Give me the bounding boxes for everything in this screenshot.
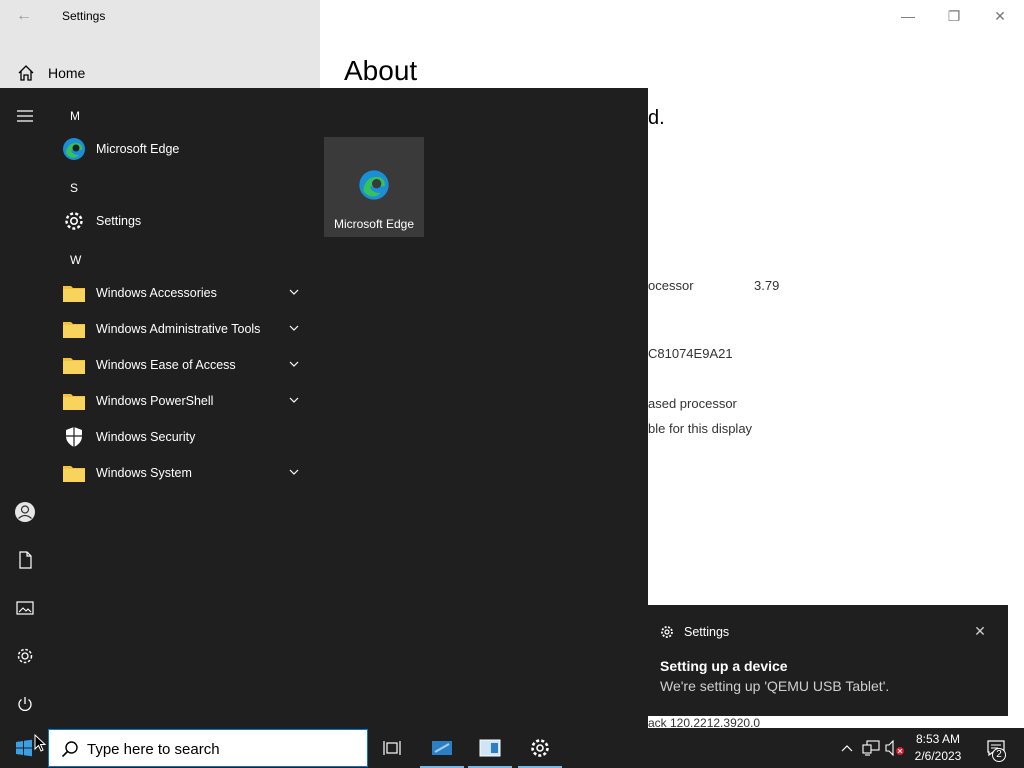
folder-icon — [62, 461, 86, 485]
processor-value: 3.79 — [754, 278, 780, 293]
server-manager-icon — [432, 741, 452, 755]
gear-icon — [661, 626, 673, 638]
nav-home[interactable]: Home — [0, 58, 320, 88]
app-windows-system[interactable]: Windows System — [56, 456, 310, 490]
app-windows-administrative-tools[interactable]: Windows Administrative Tools — [56, 312, 310, 346]
volume-muted-icon[interactable] — [884, 728, 906, 768]
group-letter-s[interactable]: S — [70, 181, 78, 195]
app-microsoft-edge[interactable]: Microsoft Edge — [56, 132, 310, 166]
app-label: Settings — [96, 214, 142, 228]
network-icon[interactable] — [860, 728, 882, 768]
edge-icon — [359, 170, 389, 200]
gear-icon — [62, 209, 86, 233]
app-windows-powershell[interactable]: Windows PowerShell — [56, 384, 310, 418]
system-type: ased processor — [648, 396, 737, 411]
folder-icon — [62, 389, 86, 413]
start-rail — [0, 88, 50, 728]
group-letter-w[interactable]: W — [70, 253, 81, 267]
minimize-button[interactable]: — — [888, 4, 928, 28]
clock-time: 8:53 AM — [915, 732, 961, 746]
taskbar-app-settings[interactable] — [516, 728, 564, 768]
search-icon — [61, 741, 78, 758]
hamburger-icon[interactable] — [5, 96, 45, 136]
toast-notification[interactable]: Settings ✕ Setting up a device We're set… — [648, 605, 1008, 716]
mouse-cursor-icon — [34, 734, 46, 752]
document-icon[interactable] — [5, 540, 45, 580]
task-view-button[interactable] — [368, 728, 416, 768]
home-label: Home — [48, 65, 86, 81]
taskbar: Type here to search 8:53 AM 2/6/2023 2 — [0, 728, 1024, 768]
toast-title: Setting up a device — [660, 658, 788, 674]
app-windows-security[interactable]: Windows Security — [56, 420, 310, 454]
task-view-icon — [383, 741, 401, 755]
page-title: About — [344, 55, 418, 86]
processor-label: ocessor — [648, 278, 694, 293]
tile-label: Microsoft Edge — [333, 217, 415, 231]
chevron-down-icon[interactable] — [288, 322, 300, 334]
app-label: Microsoft Edge — [96, 142, 180, 156]
notification-count-badge: 2 — [992, 748, 1006, 762]
gear-icon — [531, 739, 549, 757]
chevron-up-icon[interactable] — [838, 728, 856, 768]
clock[interactable]: 8:53 AM 2/6/2023 — [908, 731, 968, 765]
search-placeholder: Type here to search — [87, 741, 220, 758]
windows-logo-icon — [16, 739, 32, 757]
app-label: Windows Accessories — [96, 286, 217, 300]
app-label: Windows PowerShell — [96, 394, 214, 408]
app-windows-ease-of-access[interactable]: Windows Ease of Access — [56, 348, 310, 382]
back-arrow-icon[interactable]: ← — [10, 6, 38, 26]
chevron-down-icon[interactable] — [288, 286, 300, 298]
group-letter-m[interactable]: M — [70, 109, 80, 123]
chevron-down-icon[interactable] — [288, 394, 300, 406]
product-id: C81074E9A21 — [648, 346, 733, 361]
app-label: Windows System — [96, 466, 192, 480]
app-label: Windows Administrative Tools — [96, 322, 261, 336]
pen-touch: ble for this display — [648, 421, 753, 436]
home-icon — [18, 65, 34, 81]
settings-icon[interactable] — [5, 636, 45, 676]
restore-button[interactable]: ❐ — [934, 4, 974, 28]
app-label: Windows Ease of Access — [96, 358, 236, 372]
title-bar: ← Settings — ❐ ✕ — [0, 0, 1024, 32]
close-icon[interactable]: ✕ — [970, 621, 990, 641]
window-title: Settings — [62, 9, 106, 23]
taskbar-app-server-manager[interactable] — [418, 728, 466, 768]
folder-icon — [62, 353, 86, 377]
app-windows-accessories[interactable]: Windows Accessories — [56, 276, 310, 310]
folder-icon — [62, 317, 86, 341]
power-icon[interactable] — [5, 684, 45, 724]
tile-microsoft-edge[interactable]: Microsoft Edge — [324, 137, 424, 237]
app-label: Windows Security — [96, 430, 196, 444]
taskbar-app-window[interactable] — [466, 728, 514, 768]
toast-app-name: Settings — [684, 625, 730, 639]
shield-icon — [62, 425, 86, 449]
peek-text: d. — [648, 107, 665, 129]
pictures-icon[interactable] — [5, 588, 45, 628]
folder-icon — [62, 281, 86, 305]
chevron-down-icon[interactable] — [288, 358, 300, 370]
app-window-icon — [479, 739, 501, 757]
start-menu: M Microsoft Edge S Settings W Windows Ac… — [0, 88, 648, 728]
clock-date: 2/6/2023 — [914, 749, 962, 763]
chevron-down-icon[interactable] — [288, 466, 300, 478]
edge-icon — [62, 137, 86, 161]
user-icon[interactable] — [5, 492, 45, 532]
close-button[interactable]: ✕ — [980, 4, 1020, 28]
search-input[interactable]: Type here to search — [48, 729, 368, 767]
toast-body: We're setting up 'QEMU USB Tablet'. — [660, 678, 890, 694]
app-settings[interactable]: Settings — [56, 204, 310, 238]
